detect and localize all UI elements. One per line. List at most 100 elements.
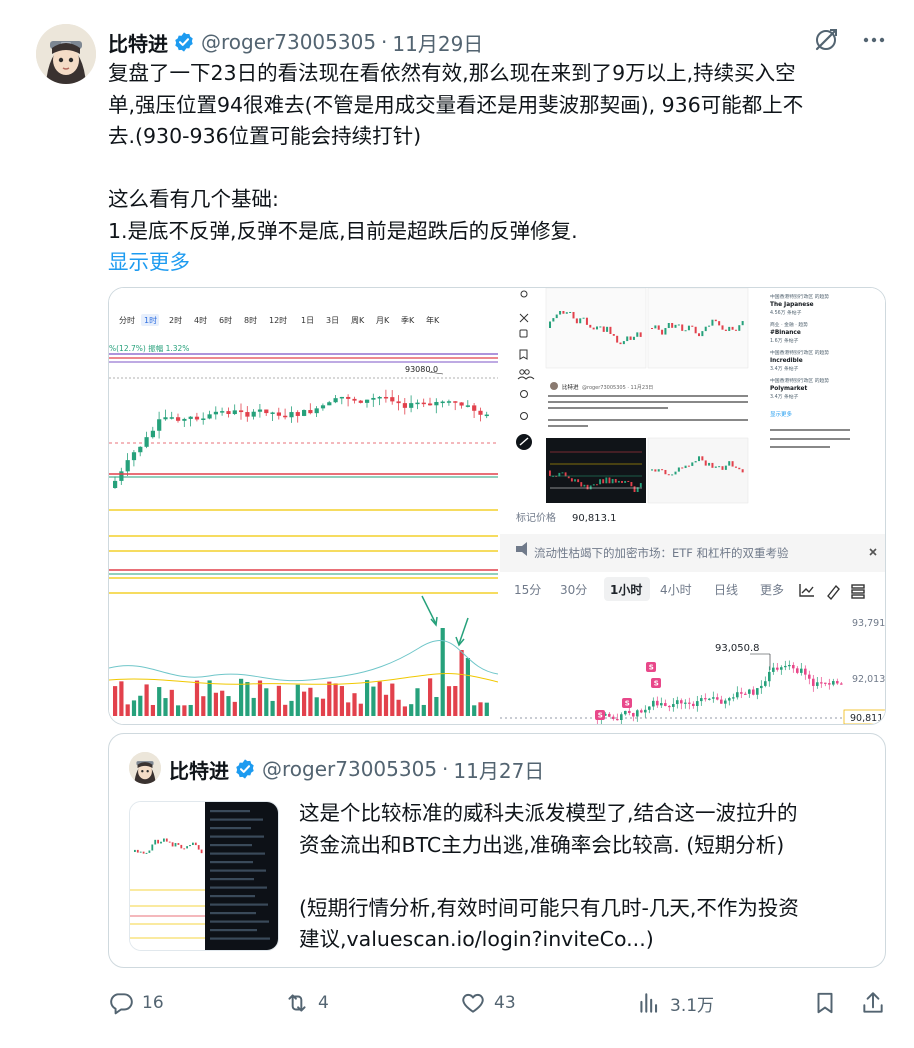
timeframe-tab: 4时 [194,315,207,325]
kline-chart-screenshot: 分时 1时 2时 4时 6时 8时 12时 1日 3日 周K 月K 季K 年K %(12.7%) 振幅 … [109,288,498,724]
quoted-line: (短期行情分析,有效时间可能只有几时-几天,不作为投资 [299,895,799,920]
tweet-line: 这么看有几个基础: [108,187,279,211]
quoted-line: 建议,valuescan.io/login?inviteCo...) [299,927,654,951]
bookmark-button[interactable] [812,986,838,1020]
action-bar: 16 4 43 3.1万 [108,986,886,1020]
quoted-avatar-image [129,752,161,784]
trend-category: 中国香港特别行政区 的趋势 [770,349,829,356]
quoted-media-thumbnail[interactable] [129,801,279,951]
views-chart-icon [640,993,658,1013]
quoted-author-avatar[interactable] [129,752,161,784]
mark-price-label: 标记价格 [516,511,556,524]
tweet-line: 单,强压位置94很难去(不管是用成交量看还是用斐波那契画), 936可能都上不 [108,92,804,117]
chart-tab: 15分 [514,583,541,597]
quoted-header-separator: · [442,757,449,781]
sell-marker: S [654,680,659,688]
mark-price-value: 90,813.1 [572,513,617,524]
quoted-line [299,861,869,893]
chart-tab: 日线 [714,583,738,597]
trend-category: 中国香港特别行政区 的趋势 [770,377,829,384]
quoted-line: 资金流出和BTC主力出逃,准确率会比较高. (短期分析) [299,832,785,857]
inner-tweet-handle: @roger73005305 · 11月23日 [582,385,653,391]
sell-marker: S [625,700,630,708]
quoted-verified-badge-icon[interactable] [234,758,256,780]
trend-count: 3.4万 条帖子 [770,393,799,400]
tweet-line: 去.(930-936位置可能会持续打针) [108,124,422,148]
show-more-link[interactable]: 显示更多 [108,247,888,279]
media-image-left[interactable]: 分时 1时 2时 4时 6时 8时 12时 1日 3日 周K 月K 季K 年K %(12.7%) 振幅 … [109,288,498,724]
axis-label-top: 93,791 [852,618,885,629]
tweet-line: 复盘了一下23日的看法现在看依然有效,那么现在来到了9万以上,持续买入空 [108,61,796,85]
chart-tab: 1小时 [610,582,642,597]
timeframe-tab: 12时 [269,315,287,325]
axis-label-current: 90,811 [850,713,883,724]
timeframe-tab: 2时 [169,315,182,325]
like-button[interactable]: 43 [460,986,516,1020]
tweet-body: 复盘了一下23日的看法现在看依然有效,那么现在来到了9万以上,持续买入空 单,强… [108,58,888,279]
trend-title: Polymarket [770,386,807,392]
quoted-tweet[interactable]: 比特进 @roger73005305 · 11月27日 这是个比较标准的威科夫派… [108,733,886,968]
trend-title: Incredible [770,358,803,364]
timeframe-tab: 8时 [244,315,257,325]
chart-tab: 4小时 [660,583,692,597]
quoted-author-handle[interactable]: @roger73005305 [262,757,437,781]
author-handle[interactable]: @roger73005305 [201,30,376,54]
sell-marker: S [598,712,603,720]
tweet-line: 1.是底不反弹,反弹不是底,目前是超跌后的反弹修复. [108,218,578,243]
more-options-icon[interactable] [860,26,888,54]
amplitude-label: %(12.7%) 振幅 1.32% [109,343,189,353]
reply-count: 16 [142,993,164,1013]
quoted-tweet-body: 这是个比较标准的威科夫派发模型了,结合这一波拉升的 资金流出和BTC主力出逃,准… [299,798,869,956]
tweet-date[interactable]: 11月29日 [392,28,483,57]
trend-count: 4.56万 条帖子 [770,309,802,316]
reply-button[interactable]: 16 [108,986,164,1020]
tweet-line [108,153,888,185]
views-button[interactable]: 3.1万 [636,986,714,1020]
bookmark-icon [817,992,833,1014]
timeframe-tab: 周K [351,316,365,325]
repost-count: 4 [318,993,329,1013]
like-count: 43 [494,993,516,1013]
author-avatar[interactable] [36,24,96,84]
repost-icon [288,994,306,1012]
inner-tweet-author: 比特进 [562,383,579,391]
chart-tab: 30分 [560,583,587,597]
trend-title: The Japanese [770,302,814,308]
axis-label-mid: 92,013 [852,674,885,685]
quoted-author-name[interactable]: 比特进 [169,755,229,784]
sell-marker: S [649,664,654,672]
tweet-header: 比特进 @roger73005305 · 11月29日 [108,26,483,58]
top-right-icons [812,26,888,54]
tweet-card[interactable]: 比特进 @roger73005305 · 11月29日 复盘了一下23日的看法现… [0,0,914,1048]
news-headline: 流动性枯竭下的加密市场：ETF 和杠杆的双重考验 [534,546,789,560]
view-count: 3.1万 [670,995,715,1016]
timeframe-tab: 季K [401,315,415,325]
timeframe-tab: 年K [426,315,440,325]
trend-title: #Binance [770,330,801,336]
author-name[interactable]: 比特进 [108,28,168,57]
header-separator: · [381,30,388,54]
quoted-line: 这是个比较标准的威科夫派发模型了,结合这一波拉升的 [299,801,798,825]
timeframe-tab: 3日 [326,316,339,325]
repost-button[interactable]: 4 [284,986,329,1020]
exchange-app-screenshot: 比特进 @roger73005305 · 11月23日 中国香港特别行政区 的趋… [500,288,885,724]
trend-count: 1.6万 条帖子 [770,337,799,344]
media-grid: 分时 1时 2时 4时 6时 8时 12时 1日 3日 周K 月K 季K 年K %(12.7%) 振幅 … [108,287,886,725]
price-high-label: 93,050.8 [715,643,760,654]
verified-badge-icon[interactable] [173,31,195,53]
share-button[interactable] [860,986,886,1020]
trends-show-more: 显示更多 [770,410,793,418]
quoted-thumbnail-image [130,802,278,950]
timeframe-tab: 分时 [119,315,135,325]
reply-icon [110,993,133,1015]
share-icon [863,992,883,1013]
trend-category: 商业 · 金融 · 趋势 [770,321,808,328]
heart-icon [462,993,484,1013]
quoted-tweet-header: 比特进 @roger73005305 · 11月27日 [169,754,544,784]
timeframe-tab: 6时 [219,315,232,325]
chart-tab: 更多 [760,583,784,597]
grok-icon[interactable] [812,26,840,54]
media-image-right[interactable]: 比特进 @roger73005305 · 11月23日 中国香港特别行政区 的趋… [500,288,885,724]
trend-category: 中国香港特别行政区 的趋势 [770,293,829,300]
quoted-tweet-date[interactable]: 11月27日 [453,755,544,784]
